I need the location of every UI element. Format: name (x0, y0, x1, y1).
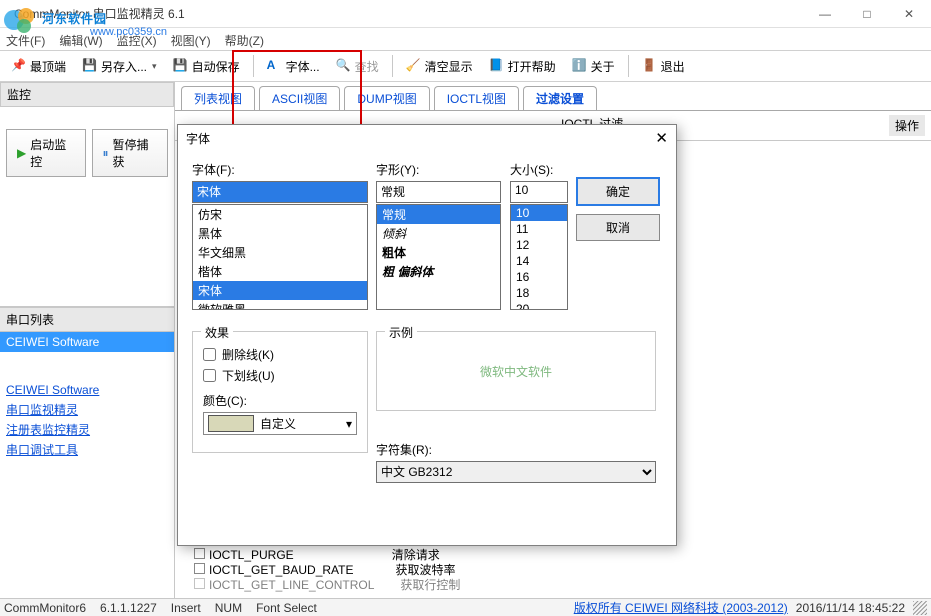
list-item[interactable]: 11 (511, 221, 567, 237)
search-icon: 🔍 (336, 58, 352, 74)
style-field-label: 字形(Y): (376, 161, 501, 178)
list-item[interactable]: 倾斜 (377, 224, 500, 243)
list-item[interactable]: 楷体 (193, 262, 367, 281)
saveas-button[interactable]: 💾另存入...▾ (75, 54, 164, 79)
list-item[interactable]: 18 (511, 285, 567, 301)
exit-button[interactable]: 🚪退出 (635, 54, 692, 79)
effects-group-label: 效果 (201, 324, 233, 341)
ioctl-row[interactable]: IOCTL_PURGE清除请求 (194, 548, 460, 563)
view-tabs: 列表视图 ASCII视图 DUMP视图 IOCTL视图 过滤设置 (175, 82, 931, 111)
tab-ioctl-view[interactable]: IOCTL视图 (434, 86, 519, 110)
close-button[interactable]: ✕ (895, 7, 923, 21)
status-copyright-link[interactable]: 版权所有 CEIWEI 网络科技 (2003-2012) (574, 599, 788, 616)
font-icon: A (267, 58, 283, 74)
size-input[interactable]: 10 (510, 181, 568, 203)
tab-dump-view[interactable]: DUMP视图 (344, 86, 429, 110)
menu-help[interactable]: 帮助(Z) (225, 32, 264, 49)
charset-select[interactable]: 中文 GB2312 (376, 461, 656, 483)
status-time: 2016/11/14 18:45:22 (796, 601, 905, 615)
list-item[interactable]: 宋体 (193, 281, 367, 300)
list-item[interactable]: 黑体 (193, 224, 367, 243)
monitor-header: 监控 (0, 82, 174, 107)
link-serial-monitor[interactable]: 串口监视精灵 (6, 400, 168, 420)
underline-checkbox[interactable]: 下划线(U) (203, 367, 357, 384)
status-mode: Font Select (256, 601, 317, 615)
list-item[interactable]: 12 (511, 237, 567, 253)
font-listbox[interactable]: 仿宋 黑体 华文细黑 楷体 宋体 微软雅黑 新宋体 (192, 204, 368, 310)
status-insert: Insert (171, 601, 201, 615)
status-version: 6.1.1.1227 (100, 601, 157, 615)
list-item[interactable]: 20 (511, 301, 567, 310)
list-item[interactable]: 10 (511, 205, 567, 221)
resize-grip-icon[interactable] (913, 601, 927, 615)
ok-button[interactable]: 确定 (576, 177, 660, 206)
ports-header: 串口列表 (0, 307, 174, 332)
help-icon: 📘 (489, 58, 505, 74)
cancel-button[interactable]: 取消 (576, 214, 660, 241)
tab-list-view[interactable]: 列表视图 (181, 86, 255, 110)
toolbar: 📌最顶端 💾另存入...▾ 💾自动保存 A字体... 🔍查找 🧹清空显示 📘打开… (0, 50, 931, 82)
sample-text: 微软中文软件 (480, 363, 552, 380)
list-item[interactable]: 华文细黑 (193, 243, 367, 262)
list-item[interactable]: 粗体 (377, 243, 500, 262)
dialog-title: 字体 (186, 130, 210, 147)
color-swatch (208, 415, 254, 432)
style-listbox[interactable]: 常规 倾斜 粗体 粗 偏斜体 (376, 204, 501, 310)
sample-group-label: 示例 (385, 324, 417, 341)
list-item[interactable]: 14 (511, 253, 567, 269)
clear-button[interactable]: 🧹清空显示 (399, 54, 480, 79)
color-label: 颜色(C): (203, 392, 357, 409)
color-dropdown[interactable]: 自定义 ▾ (203, 412, 357, 435)
list-item[interactable]: 16 (511, 269, 567, 285)
list-item[interactable]: 微软雅黑 (193, 300, 367, 310)
find-button[interactable]: 🔍查找 (329, 54, 386, 79)
about-button[interactable]: ℹ️关于 (565, 54, 622, 79)
help-button[interactable]: 📘打开帮助 (482, 54, 563, 79)
dialog-close-button[interactable]: ✕ (655, 129, 668, 147)
link-ceiwei-software[interactable]: CEIWEI Software (6, 380, 168, 400)
ioctl-list: IOCTL_PURGE清除请求 IOCTL_GET_BAUD_RATE获取波特率… (194, 548, 460, 593)
list-item[interactable]: 粗 偏斜体 (377, 262, 500, 281)
menu-view[interactable]: 视图(Y) (171, 32, 211, 49)
pause-capture-button[interactable]: ⏸暂停捕获 (92, 129, 168, 177)
tab-ascii-view[interactable]: ASCII视图 (259, 86, 340, 110)
pin-icon: 📌 (11, 58, 27, 74)
tab-filter-settings[interactable]: 过滤设置 (523, 86, 597, 110)
style-input[interactable]: 常规 (376, 181, 501, 203)
status-app: CommMonitor6 (4, 601, 86, 615)
statusbar: CommMonitor6 6.1.1.1227 Insert NUM Font … (0, 598, 931, 616)
topmost-button[interactable]: 📌最顶端 (4, 54, 73, 79)
list-item[interactable]: 仿宋 (193, 205, 367, 224)
chevron-down-icon: ▾ (346, 417, 352, 431)
maximize-button[interactable]: □ (853, 7, 881, 21)
play-icon: ▶ (17, 146, 26, 160)
font-input[interactable]: 宋体 (192, 181, 368, 203)
font-field-label: 字体(F): (192, 161, 368, 178)
font-dialog: 字体 ✕ 字体(F): 宋体 仿宋 黑体 华文细黑 楷体 宋体 微软雅黑 新宋体… (177, 124, 677, 546)
list-item[interactable]: 常规 (377, 205, 500, 224)
link-registry-monitor[interactable]: 注册表监控精灵 (6, 420, 168, 440)
watermark-logo: 河东软件园 www.pc0359.cn (0, 0, 170, 45)
subheader-right[interactable]: 操作 (889, 115, 925, 136)
clear-icon: 🧹 (406, 58, 422, 74)
pause-icon: ⏸ (103, 146, 109, 161)
start-monitor-button[interactable]: ▶启动监控 (6, 129, 86, 177)
ioctl-row[interactable]: IOCTL_GET_BAUD_RATE获取波特率 (194, 563, 460, 578)
save-icon: 💾 (82, 58, 98, 74)
size-listbox[interactable]: 10 11 12 14 16 18 20 (510, 204, 568, 310)
autosave-button[interactable]: 💾自动保存 (166, 54, 247, 79)
about-icon: ℹ️ (572, 58, 588, 74)
ioctl-row[interactable]: IOCTL_GET_LINE_CONTROL获取行控制 (194, 578, 460, 593)
link-serial-debug[interactable]: 串口调试工具 (6, 440, 168, 460)
strikethrough-checkbox[interactable]: 删除线(K) (203, 346, 357, 363)
font-button[interactable]: A字体... (260, 54, 327, 79)
size-field-label: 大小(S): (510, 161, 568, 178)
port-selected[interactable]: CEIWEI Software (0, 332, 174, 352)
exit-icon: 🚪 (642, 58, 658, 74)
charset-label: 字符集(R): (376, 441, 656, 458)
minimize-button[interactable]: — (811, 7, 839, 21)
status-num: NUM (215, 601, 242, 615)
autosave-icon: 💾 (173, 58, 189, 74)
